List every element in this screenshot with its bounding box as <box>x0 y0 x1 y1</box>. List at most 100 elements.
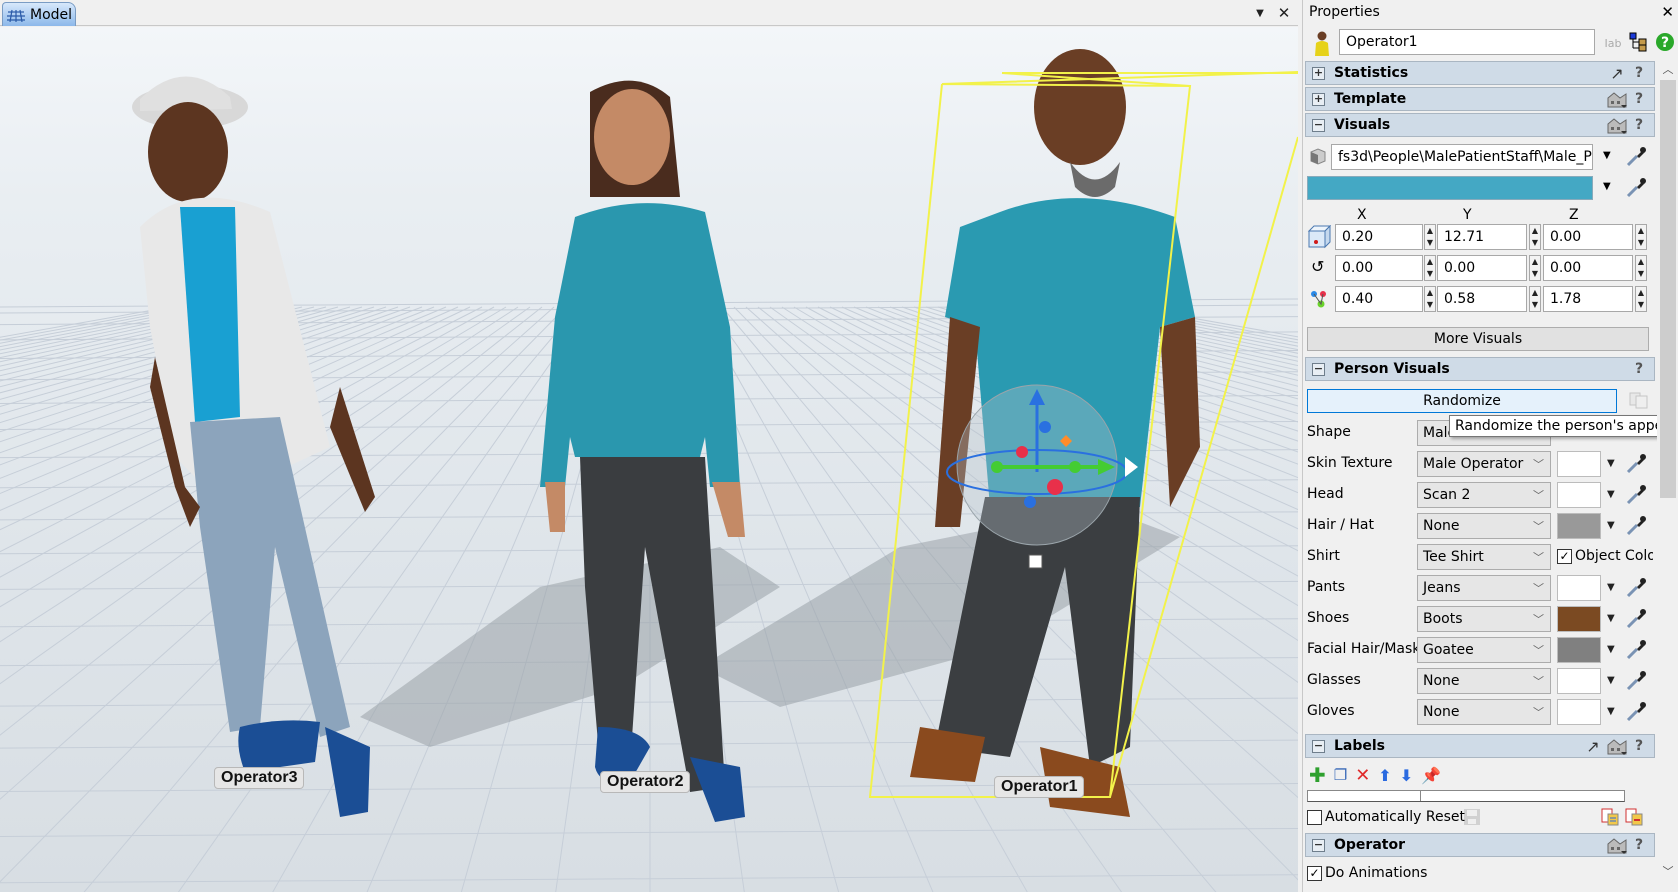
paste-labels-icon[interactable] <box>1625 808 1643 826</box>
skin-texture-color-dropdown[interactable]: ▼ <box>1607 458 1615 469</box>
pin-arrow-icon[interactable]: ↗ <box>1606 63 1628 83</box>
move-down-icon[interactable]: ⬇ <box>1400 766 1413 785</box>
location-x-input[interactable]: 0.20 <box>1335 224 1423 250</box>
help-button[interactable]: ? <box>1655 32 1675 52</box>
location-y-input[interactable]: 12.71 <box>1437 224 1527 250</box>
pin-icon[interactable]: 📌 <box>1421 766 1441 785</box>
rotation-z-spinner[interactable]: ▲ ▼ <box>1635 255 1647 281</box>
move-up-icon[interactable]: ⬆ <box>1378 766 1391 785</box>
rename-tool-button[interactable]: Ⅰab <box>1601 33 1625 53</box>
rotation-y-input[interactable]: 0.00 <box>1437 255 1527 281</box>
size-x-spinner[interactable]: ▲ ▼ <box>1424 286 1436 312</box>
section-operator[interactable]: − Operator ? <box>1305 833 1655 857</box>
hair-hat-select[interactable]: None ﹀ <box>1417 513 1551 539</box>
properties-close-button[interactable]: ✕ <box>1661 3 1674 21</box>
template-factory-icon[interactable] <box>1606 115 1628 135</box>
scroll-up-button[interactable]: ︿ <box>1659 60 1677 78</box>
collapse-icon[interactable]: − <box>1312 838 1325 852</box>
eyedropper-icon[interactable] <box>1625 639 1647 661</box>
facial-hair-masks-color-dropdown[interactable]: ▼ <box>1607 644 1615 655</box>
size-y-spinner[interactable]: ▲ ▼ <box>1529 286 1541 312</box>
gloves-color-dropdown[interactable]: ▼ <box>1607 706 1615 717</box>
eyedropper-icon[interactable] <box>1625 515 1647 537</box>
collapse-icon[interactable]: − <box>1312 118 1325 132</box>
facial-hair-masks-select[interactable]: Goatee ﹀ <box>1417 637 1551 663</box>
expand-icon[interactable]: + <box>1312 92 1325 106</box>
help-icon[interactable]: ? <box>1630 361 1648 377</box>
collapse-icon[interactable]: − <box>1312 362 1325 376</box>
help-icon[interactable]: ? <box>1630 117 1648 133</box>
section-person-visuals[interactable]: − Person Visuals ? <box>1305 357 1655 381</box>
section-template[interactable]: + Template ? <box>1305 87 1655 111</box>
head-select[interactable]: Scan 2 ﹀ <box>1417 482 1551 508</box>
shoes-color-dropdown[interactable]: ▼ <box>1607 613 1615 624</box>
tab-model[interactable]: Model <box>2 2 76 26</box>
duplicate-icon[interactable]: ❐ <box>1334 766 1347 784</box>
help-icon[interactable]: ? <box>1630 837 1648 853</box>
shoes-select[interactable]: Boots ﹀ <box>1417 606 1551 632</box>
location-z-input[interactable]: 0.00 <box>1543 224 1633 250</box>
pane-close-button[interactable]: ✕ <box>1274 3 1294 23</box>
rotation-x-input[interactable]: 0.00 <box>1335 255 1423 281</box>
size-z-spinner[interactable]: ▲ ▼ <box>1635 286 1647 312</box>
gloves-select[interactable]: None ﹀ <box>1417 699 1551 725</box>
eyedropper-icon[interactable] <box>1625 701 1647 723</box>
scrollbar-thumb[interactable] <box>1660 80 1676 498</box>
properties-scrollbar[interactable]: ︿ ﹀ <box>1659 60 1677 892</box>
eyedropper-icon[interactable] <box>1625 577 1647 599</box>
operator1-label[interactable]: Operator1 <box>994 776 1085 798</box>
rotation-y-spinner[interactable]: ▲ ▼ <box>1529 255 1541 281</box>
help-icon[interactable]: ? <box>1630 65 1648 81</box>
pants-select[interactable]: Jeans ﹀ <box>1417 575 1551 601</box>
help-icon[interactable]: ? <box>1630 91 1648 107</box>
object-name-input[interactable] <box>1339 29 1595 55</box>
copy-appearance-icon[interactable] <box>1629 391 1649 409</box>
save-icon[interactable] <box>1463 808 1481 826</box>
tree-view-button[interactable] <box>1629 32 1649 52</box>
operator2-figure[interactable] <box>540 80 745 822</box>
eyedropper-icon[interactable] <box>1625 146 1647 168</box>
section-labels[interactable]: − Labels ↗ ? <box>1305 734 1655 758</box>
size-y-input[interactable]: 0.58 <box>1437 286 1527 312</box>
location-y-spinner[interactable]: ▲ ▼ <box>1529 224 1541 250</box>
size-x-input[interactable]: 0.40 <box>1335 286 1423 312</box>
section-visuals[interactable]: − Visuals ? <box>1305 113 1655 137</box>
eyedropper-icon[interactable] <box>1625 453 1647 475</box>
size-z-input[interactable]: 1.78 <box>1543 286 1633 312</box>
hair-hat-color-dropdown[interactable]: ▼ <box>1607 520 1615 531</box>
eyedropper-icon[interactable] <box>1625 177 1647 199</box>
operator3-figure[interactable] <box>132 76 375 817</box>
copy-labels-icon[interactable] <box>1601 808 1619 826</box>
add-icon[interactable]: ✚ <box>1309 765 1326 785</box>
operator2-label[interactable]: Operator2 <box>600 771 691 793</box>
scene-canvas[interactable] <box>0 27 1298 892</box>
head-color-dropdown[interactable]: ▼ <box>1607 489 1615 500</box>
pin-arrow-icon[interactable]: ↗ <box>1582 736 1604 756</box>
shirt-object-color-checkbox[interactable]: ✓ <box>1557 549 1572 564</box>
shape-path-field[interactable]: fs3d\People\MalePatientStaff\Male_Patien… <box>1331 144 1593 170</box>
skin-texture-select[interactable]: Male Operator ﹀ <box>1417 451 1551 477</box>
more-visuals-button[interactable]: More Visuals <box>1307 327 1649 351</box>
delete-icon[interactable]: ✕ <box>1355 765 1370 786</box>
randomize-button[interactable]: Randomize <box>1307 389 1617 413</box>
shirt-select[interactable]: Tee Shirt ﹀ <box>1417 544 1551 570</box>
color-swatch-field[interactable] <box>1307 176 1593 200</box>
section-statistics[interactable]: + Statistics ↗ ? <box>1305 61 1655 85</box>
scroll-down-button[interactable]: ﹀ <box>1659 862 1677 880</box>
do-animations-checkbox[interactable]: ✓ <box>1307 866 1322 881</box>
glasses-select[interactable]: None ﹀ <box>1417 668 1551 694</box>
eyedropper-icon[interactable] <box>1625 608 1647 630</box>
shoes-color-swatch[interactable] <box>1557 606 1601 632</box>
eyedropper-icon[interactable] <box>1625 670 1647 692</box>
shape-dropdown-arrow[interactable]: ▼ <box>1603 150 1611 161</box>
location-x-spinner[interactable]: ▲ ▼ <box>1424 224 1436 250</box>
3d-viewport[interactable]: Operator3 Operator2 Operator1 <box>0 27 1298 892</box>
rotation-z-input[interactable]: 0.00 <box>1543 255 1633 281</box>
color-dropdown-arrow[interactable]: ▼ <box>1603 181 1611 192</box>
head-color-swatch[interactable] <box>1557 482 1601 508</box>
glasses-color-swatch[interactable] <box>1557 668 1601 694</box>
auto-reset-checkbox[interactable] <box>1307 810 1322 825</box>
pane-menu-button[interactable]: ▼ <box>1250 3 1270 23</box>
operator3-label[interactable]: Operator3 <box>214 767 305 789</box>
location-z-spinner[interactable]: ▲ ▼ <box>1635 224 1647 250</box>
